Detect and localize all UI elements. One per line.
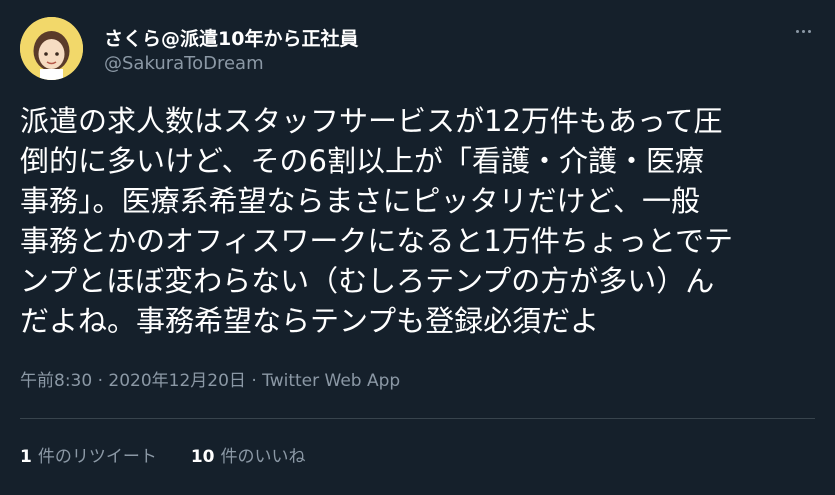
- avatar[interactable]: [20, 17, 83, 80]
- tweet-source-app[interactable]: Twitter Web App: [262, 371, 400, 391]
- retweets-count: 1: [20, 447, 32, 467]
- likes-count: 10: [190, 447, 215, 467]
- tweet-text-line: 事務とかのオフィスワークになると1万件ちょっとでテ: [20, 224, 734, 258]
- retweets-label: 件のリツイート: [37, 447, 157, 467]
- tweet-text-line: 事務」。医療系希望ならまさにピッタリだけど、一般: [20, 184, 701, 218]
- likes-stat[interactable]: 10 件のいいね: [191, 442, 306, 467]
- retweets-stat[interactable]: 1 件のリツイート: [20, 442, 157, 467]
- divider: [20, 418, 815, 419]
- meta-separator: ·: [245, 371, 263, 391]
- tweet-text-line: 倒的に多いけど、その6割以上が「看護・介護・医療: [20, 144, 705, 178]
- tweet-text: 派遣の求人数はスタッフサービスが12万件もあって圧 倒的に多いけど、その6割以上…: [20, 101, 820, 341]
- tweet-date[interactable]: 2020年12月20日: [108, 371, 246, 391]
- tweet-text-line: だよね。事務希望ならテンプも登録必須だよ: [20, 304, 600, 338]
- more-options-icon[interactable]: [793, 24, 813, 38]
- tweet-text-line: ンプとほぼ変わらない（むしろテンプの方が多い）ん: [20, 264, 715, 298]
- meta-separator: ·: [92, 371, 109, 391]
- tweet-meta: 午前8:30 · 2020年12月20日 · Twitter Web App: [20, 366, 400, 391]
- tweet-text-line: 派遣の求人数はスタッフサービスが12万件もあって圧: [20, 104, 723, 138]
- likes-label: 件のいいね: [220, 447, 306, 467]
- tweet-time[interactable]: 午前8:30: [20, 371, 92, 391]
- avatar-illustration-icon: [20, 17, 83, 80]
- user-display-name[interactable]: さくら@派遣10年から正社員: [104, 24, 358, 51]
- tweet-stats: 1 件のリツイート 10 件のいいね: [20, 442, 306, 467]
- tweet-card: さくら@派遣10年から正社員 @SakuraToDream 派遣の求人数はスタッ…: [0, 0, 835, 495]
- user-handle[interactable]: @SakuraToDream: [104, 53, 264, 74]
